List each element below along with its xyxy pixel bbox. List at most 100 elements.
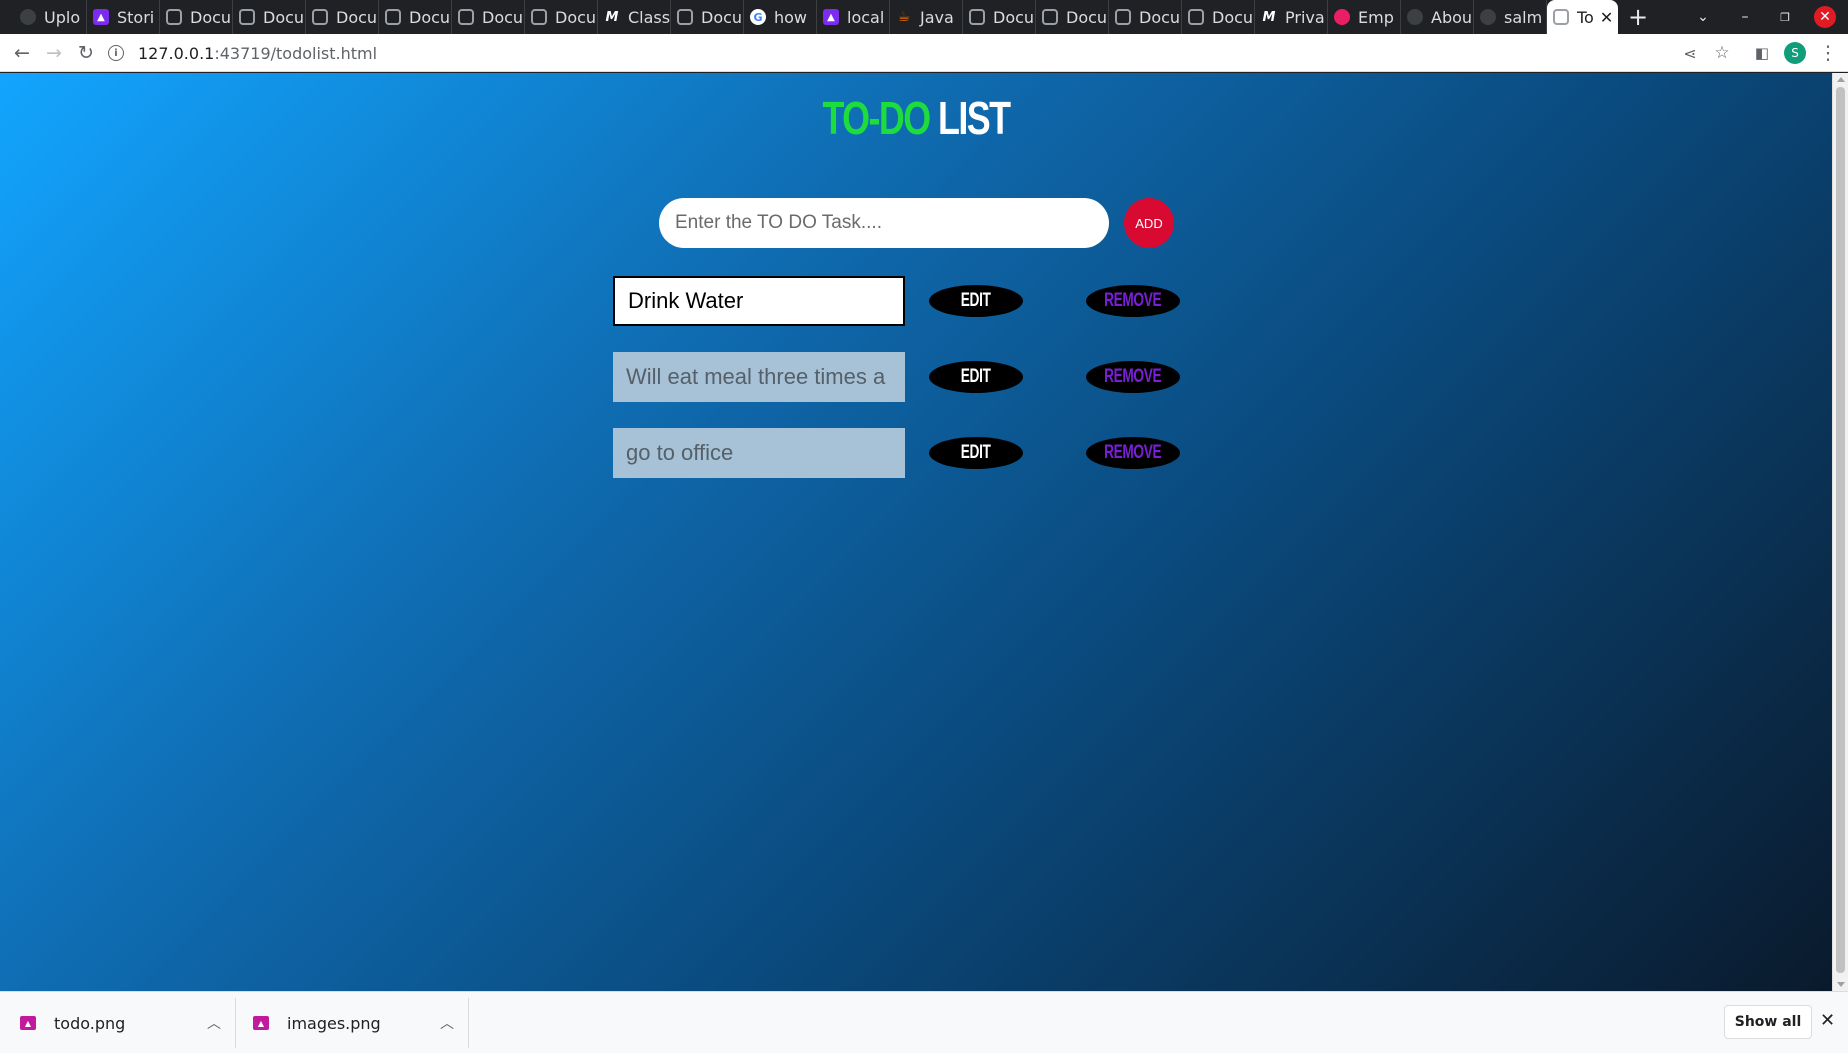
tab-label: Docu <box>336 7 378 27</box>
todo-item: EDIT REMOVE <box>613 428 1183 478</box>
address-bar[interactable]: i 127.0.0.1:43719/todolist.html <box>108 38 1668 68</box>
close-shelf-icon[interactable]: ✕ <box>1820 1010 1835 1031</box>
browser-tab[interactable]: salm <box>1474 0 1547 34</box>
new-task-input[interactable] <box>659 198 1109 248</box>
browser-tab[interactable]: Docu <box>525 0 598 34</box>
edit-button[interactable]: EDIT <box>929 437 1023 469</box>
chevron-up-icon[interactable]: ︿ <box>440 1013 454 1033</box>
page-scrollbar[interactable] <box>1832 73 1848 991</box>
browser-tab[interactable]: ▲ Stori <box>87 0 160 34</box>
download-item[interactable]: ▲ todo.png ︿ <box>20 998 236 1048</box>
tab-label: salm <box>1504 7 1543 27</box>
code-icon <box>166 9 182 25</box>
code-icon <box>1042 9 1058 25</box>
tab-label: how <box>774 7 808 27</box>
browser-toolbar: ← → ↻ i 127.0.0.1:43719/todolist.html ⋖ … <box>0 34 1848 72</box>
pink-app-icon <box>1334 9 1350 25</box>
edit-label: EDIT <box>961 290 991 311</box>
remove-label: REMOVE <box>1104 290 1162 311</box>
browser-tab[interactable]: Emp <box>1328 0 1401 34</box>
forward-button[interactable]: → <box>38 34 70 72</box>
todo-text-field[interactable] <box>613 428 905 478</box>
browser-tab[interactable]: Uplo <box>14 0 87 34</box>
browser-tab[interactable]: Docu <box>963 0 1036 34</box>
menu-button[interactable]: ⋮ <box>1812 34 1844 72</box>
tab-search-icon[interactable]: ⌄ <box>1686 0 1720 34</box>
purple-app-icon: ▲ <box>93 9 109 25</box>
back-button[interactable]: ← <box>6 34 38 72</box>
side-panel-button[interactable]: ◧ <box>1746 34 1778 72</box>
share-button[interactable]: ⋖ <box>1674 34 1706 72</box>
browser-tab[interactable]: M Priva <box>1255 0 1328 34</box>
page-title: TO-DO LIST <box>202 91 1631 145</box>
browser-tab[interactable]: Docu <box>379 0 452 34</box>
purple-app-icon: ▲ <box>823 9 839 25</box>
browser-tab[interactable]: Docu <box>1182 0 1255 34</box>
browser-tab[interactable]: ▲ local <box>817 0 890 34</box>
edit-button[interactable]: EDIT <box>929 285 1023 317</box>
tab-label: Docu <box>701 7 743 27</box>
todo-text-field[interactable] <box>613 276 905 326</box>
browser-tab[interactable]: Docu <box>1109 0 1182 34</box>
remove-label: REMOVE <box>1104 366 1162 387</box>
tab-label: Docu <box>409 7 451 27</box>
tab-label: To <box>1577 7 1594 27</box>
minimize-icon[interactable]: – <box>1728 0 1762 34</box>
tab-label: Docu <box>190 7 232 27</box>
browser-tab[interactable]: Docu <box>671 0 744 34</box>
remove-button[interactable]: REMOVE <box>1086 361 1180 393</box>
github-icon <box>1480 9 1496 25</box>
add-button[interactable]: ADD <box>1124 198 1174 248</box>
tab-label: Uplo <box>44 7 81 27</box>
tab-label: Emp <box>1358 7 1394 27</box>
new-tab-button[interactable]: + <box>1618 0 1658 34</box>
code-icon <box>1553 9 1569 25</box>
profile-avatar[interactable]: S <box>1784 42 1806 64</box>
browser-tab[interactable]: M Class <box>598 0 671 34</box>
tab-strip: Uplo ▲ Stori Docu Docu Docu Docu Docu Docu M Class… <box>0 0 1848 34</box>
reload-button[interactable]: ↻ <box>70 34 102 72</box>
code-icon <box>1115 9 1131 25</box>
show-all-button[interactable]: Show all <box>1724 1005 1812 1039</box>
code-icon <box>1188 9 1204 25</box>
browser-tab[interactable]: Ghow <box>744 0 817 34</box>
code-icon <box>458 9 474 25</box>
window-close-button[interactable]: ✕ <box>1812 0 1838 34</box>
code-icon <box>969 9 985 25</box>
tab-label: Class <box>628 7 671 27</box>
browser-tab[interactable]: ☕ Java <box>890 0 963 34</box>
browser-tab[interactable]: Docu <box>160 0 233 34</box>
browser-tab[interactable]: Docu <box>452 0 525 34</box>
browser-tab[interactable]: Abou <box>1401 0 1474 34</box>
browser-tab-active[interactable]: To ✕ <box>1547 0 1618 34</box>
github-icon <box>20 9 36 25</box>
arrow-left-icon: ← <box>14 42 30 64</box>
site-info-icon[interactable]: i <box>108 45 124 61</box>
reload-icon: ↻ <box>78 42 94 64</box>
browser-tab[interactable]: Docu <box>233 0 306 34</box>
tab-label: Docu <box>482 7 524 27</box>
chevron-up-icon[interactable]: ︿ <box>207 1013 221 1033</box>
scroll-up-icon[interactable] <box>1837 77 1845 82</box>
remove-button[interactable]: REMOVE <box>1086 285 1180 317</box>
download-item[interactable]: ▲ images.png ︿ <box>253 998 469 1048</box>
remove-label: REMOVE <box>1104 442 1162 463</box>
url-host: 127.0.0.1 <box>138 43 215 63</box>
browser-tab[interactable]: Docu <box>1036 0 1109 34</box>
scroll-thumb[interactable] <box>1836 87 1845 973</box>
scroll-down-icon[interactable] <box>1837 982 1845 987</box>
tab-label: Docu <box>993 7 1035 27</box>
tab-label: Docu <box>1139 7 1181 27</box>
title-main: LIST <box>938 92 1011 144</box>
bookmark-button[interactable]: ☆ <box>1706 34 1738 72</box>
todo-text-field[interactable] <box>613 352 905 402</box>
edit-button[interactable]: EDIT <box>929 361 1023 393</box>
edit-label: EDIT <box>961 442 991 463</box>
tab-close-icon[interactable]: ✕ <box>1600 8 1613 27</box>
code-icon <box>312 9 328 25</box>
restore-icon[interactable]: ❐ <box>1768 0 1802 34</box>
tab-label: Docu <box>555 7 597 27</box>
browser-tab[interactable]: Docu <box>306 0 379 34</box>
remove-button[interactable]: REMOVE <box>1086 437 1180 469</box>
tab-label: Priva <box>1285 7 1325 27</box>
